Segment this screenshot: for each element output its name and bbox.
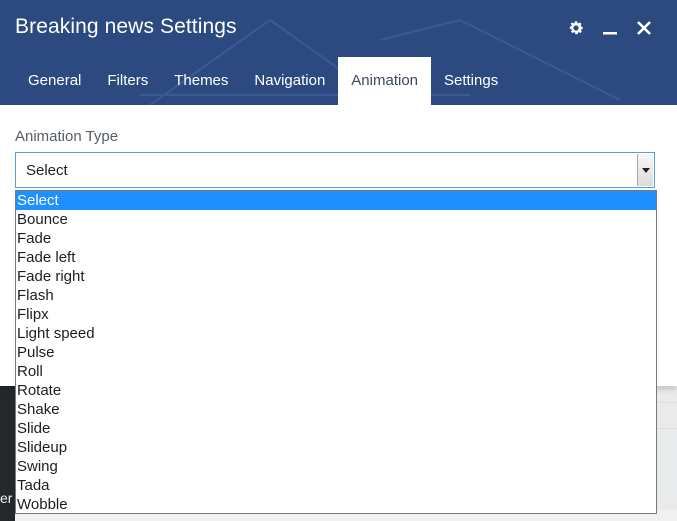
dropdown-option[interactable]: Wobble xyxy=(16,495,656,514)
dropdown-option[interactable]: Flash xyxy=(16,286,656,305)
dialog-header: Breaking news Settings General Filters T… xyxy=(0,0,677,105)
tab-general[interactable]: General xyxy=(15,57,94,105)
animation-options-list: Select Bounce Fade Fade left Fade right Flash… xyxy=(15,190,657,514)
select-current-value: Select xyxy=(26,162,68,179)
dropdown-option[interactable]: Roll xyxy=(16,362,656,381)
tab-bar: General Filters Themes Navigation Animat… xyxy=(15,57,511,105)
dropdown-option[interactable]: Flipx xyxy=(16,305,656,324)
dropdown-arrow-icon[interactable] xyxy=(637,154,653,186)
dialog-title: Breaking news Settings xyxy=(15,15,237,38)
tab-settings[interactable]: Settings xyxy=(431,57,511,105)
dropdown-option[interactable]: Slide xyxy=(16,419,656,438)
dropdown-option[interactable]: Rotate xyxy=(16,381,656,400)
dropdown-option[interactable]: Bounce xyxy=(16,210,656,229)
dropdown-option[interactable]: Fade right xyxy=(16,267,656,286)
dropdown-option[interactable]: Shake xyxy=(16,400,656,419)
animation-type-select[interactable]: Select xyxy=(15,152,655,188)
dropdown-option[interactable]: Fade xyxy=(16,229,656,248)
close-icon[interactable] xyxy=(633,17,655,39)
gear-icon[interactable] xyxy=(565,17,587,39)
minimize-icon[interactable] xyxy=(599,17,621,39)
dropdown-option[interactable]: Fade left xyxy=(16,248,656,267)
tab-themes[interactable]: Themes xyxy=(161,57,241,105)
dropdown-option[interactable]: Select xyxy=(16,191,656,210)
dropdown-option[interactable]: Light speed xyxy=(16,324,656,343)
tab-filters[interactable]: Filters xyxy=(94,57,161,105)
tab-animation[interactable]: Animation xyxy=(338,57,431,105)
tab-navigation[interactable]: Navigation xyxy=(241,57,338,105)
background-divider xyxy=(657,402,677,403)
dropdown-option[interactable]: Slideup xyxy=(16,438,656,457)
animation-type-label: Animation Type xyxy=(15,128,119,145)
dropdown-option[interactable]: Pulse xyxy=(16,343,656,362)
dropdown-option[interactable]: Tada xyxy=(16,476,656,495)
background-text-fragment: er xyxy=(0,490,13,506)
dropdown-option[interactable]: Swing xyxy=(16,457,656,476)
background-divider xyxy=(657,428,677,429)
